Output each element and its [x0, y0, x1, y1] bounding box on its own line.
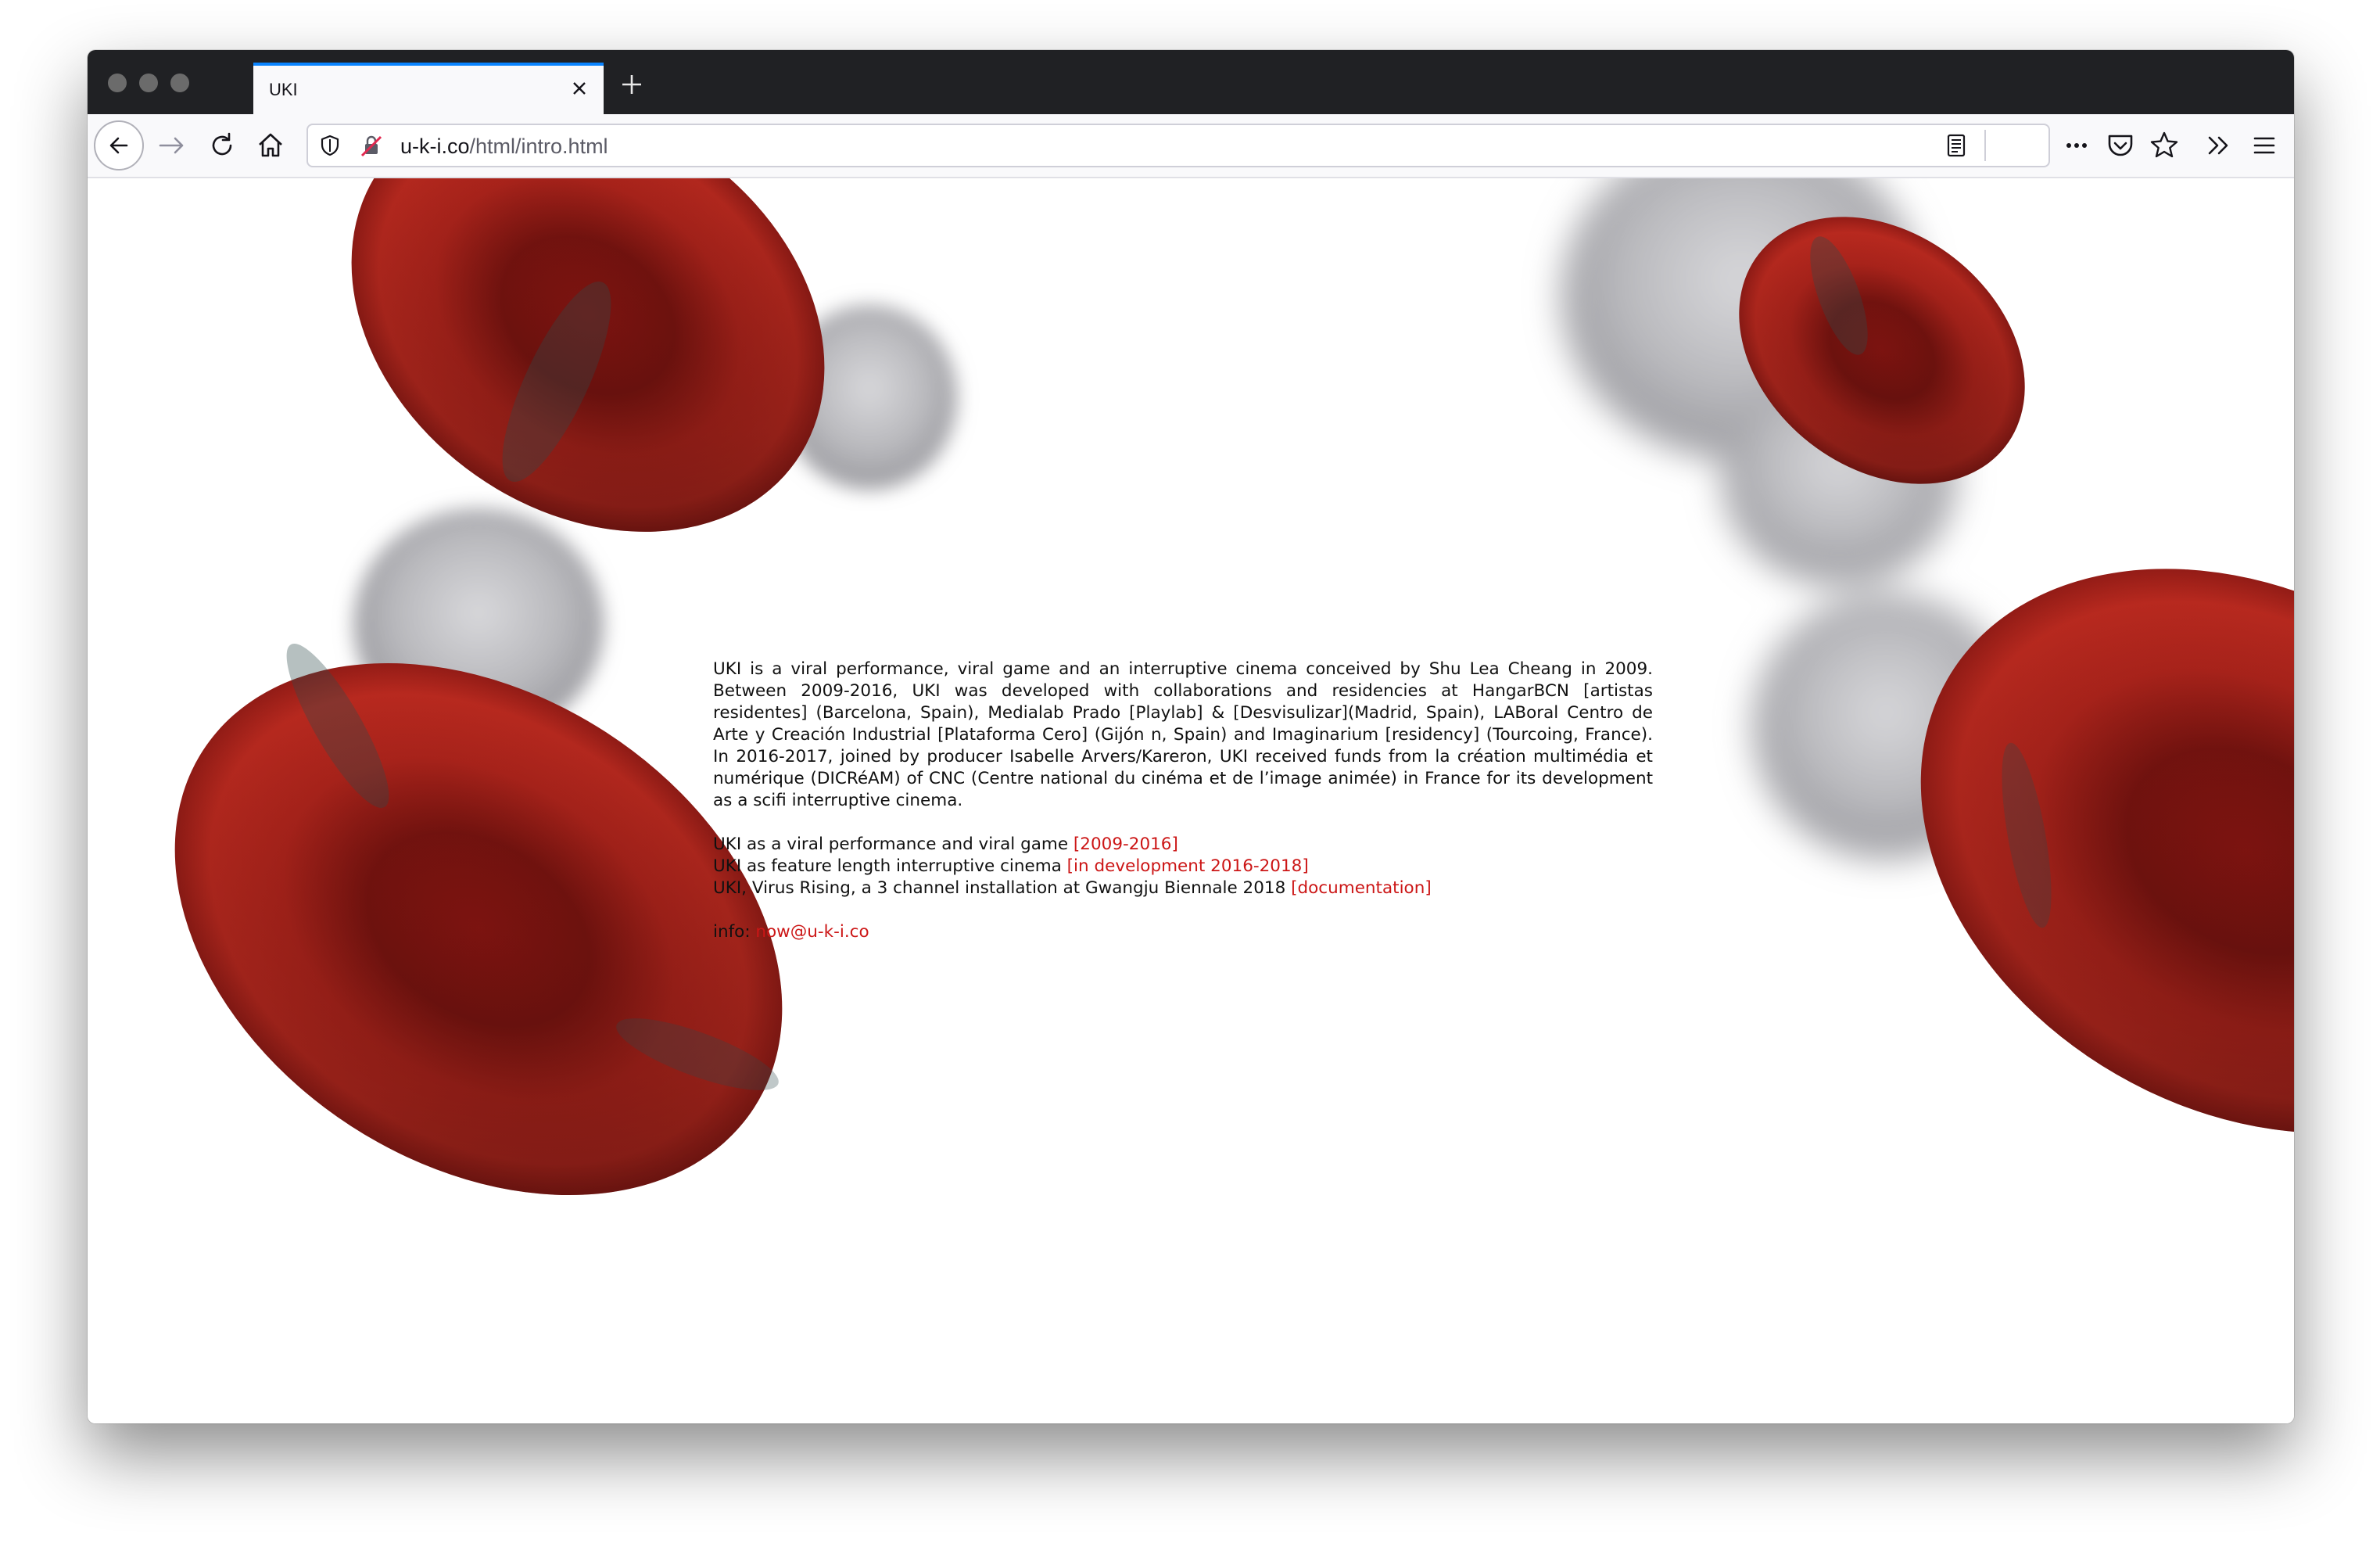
line-text: UKI, Virus Rising, a 3 channel installat…: [713, 878, 1292, 898]
url-path: /html/intro.html: [469, 135, 608, 158]
url-text[interactable]: u-k-i.co/html/intro.html: [400, 135, 608, 159]
browser-window: UKI u-k-i.co/html/intro.html UKI is a vi…: [88, 50, 2294, 1423]
more-icon[interactable]: [2058, 127, 2095, 164]
red-cell-top-left: [351, 178, 825, 532]
tracking-blocked-icon[interactable]: [358, 133, 385, 160]
intro-paragraph: UKI is a viral performance, viral game a…: [713, 659, 1653, 810]
documentation-link[interactable]: [documentation]: [1291, 878, 1432, 898]
tab-title: UKI: [269, 80, 298, 99]
navigation-toolbar: u-k-i.co/html/intro.html: [88, 114, 2294, 178]
address-bar[interactable]: u-k-i.co/html/intro.html: [306, 124, 2050, 167]
shield-icon[interactable]: [317, 133, 342, 158]
line-text: UKI as a viral performance and viral gam…: [713, 835, 1074, 854]
urlbar-divider: [1984, 130, 1986, 161]
line-text: UKI as feature length interruptive cinem…: [713, 856, 1067, 876]
tab-uki[interactable]: UKI: [253, 63, 604, 114]
info-label: info:: [713, 922, 756, 942]
viral-game-line: UKI as a viral performance and viral gam…: [713, 834, 1653, 856]
tab-bar: UKI: [88, 50, 2294, 114]
bookmark-star-icon[interactable]: [2145, 127, 2183, 164]
intro-text-block: UKI is a viral performance, viral game a…: [713, 659, 1653, 943]
url-domain: u-k-i.co: [400, 135, 470, 158]
forward-arrow-icon[interactable]: [153, 127, 191, 164]
close-tab-icon[interactable]: [568, 77, 591, 100]
minimize-window-dot[interactable]: [139, 74, 158, 92]
home-icon[interactable]: [252, 127, 289, 164]
email-link[interactable]: now@u-k-i.co: [755, 922, 869, 942]
info-line: info: now@u-k-i.co: [713, 921, 1653, 943]
reload-icon[interactable]: [203, 127, 241, 164]
back-arrow-icon: [109, 137, 128, 154]
viral-game-link[interactable]: [2009-2016]: [1074, 835, 1178, 854]
cinema-line: UKI as feature length interruptive cinem…: [713, 856, 1653, 878]
in-development-link[interactable]: [in development 2016-2018]: [1067, 856, 1309, 876]
zoom-window-dot[interactable]: [170, 74, 189, 92]
close-window-dot[interactable]: [108, 74, 127, 92]
back-button[interactable]: [94, 120, 144, 170]
new-tab-icon[interactable]: [618, 70, 646, 99]
reader-view-icon[interactable]: [1942, 131, 1970, 160]
pocket-icon[interactable]: [2102, 127, 2139, 164]
overflow-chevron-icon[interactable]: [2200, 127, 2238, 164]
menu-hamburger-icon[interactable]: [2246, 127, 2283, 164]
web-content: UKI is a viral performance, viral game a…: [88, 178, 2294, 1423]
installation-line: UKI, Virus Rising, a 3 channel installat…: [713, 878, 1653, 899]
